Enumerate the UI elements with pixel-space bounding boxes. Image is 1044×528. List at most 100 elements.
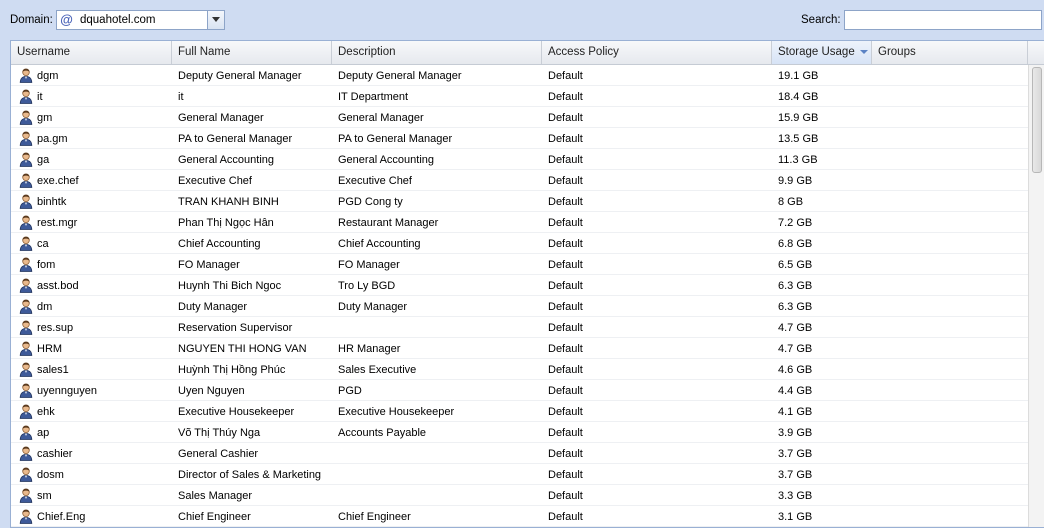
- search-input[interactable]: [844, 10, 1042, 30]
- username-cell: uyennguyen: [37, 385, 97, 397]
- full-name-cell: Executive Chef: [178, 175, 252, 187]
- groups-cell: [872, 254, 1028, 274]
- groups-cell: [872, 149, 1028, 169]
- table-row[interactable]: sm Sales Manager Default 3.3 GB: [11, 485, 1028, 506]
- storage-usage-cell: 3.9 GB: [778, 427, 813, 439]
- access-policy-cell: Default: [548, 322, 583, 334]
- groups-cell: [872, 170, 1028, 190]
- table-row[interactable]: ehk Executive Housekeeper Executive Housek…: [11, 401, 1028, 422]
- table-row[interactable]: pa.gm PA to General Manager PA to General …: [11, 128, 1028, 149]
- storage-usage-cell: 4.7 GB: [778, 322, 813, 334]
- storage-usage-cell: 13.5 GB: [778, 133, 819, 145]
- description-cell: PGD Cong ty: [338, 196, 403, 208]
- description-cell: Chief Engineer: [338, 511, 411, 523]
- scrollbar-thumb[interactable]: [1032, 67, 1042, 173]
- grid-header: Username Full Name Description Access Po…: [11, 41, 1044, 65]
- groups-cell: [872, 401, 1028, 421]
- table-row[interactable]: res.sup Reservation Supervisor Default 4.7 …: [11, 317, 1028, 338]
- table-row[interactable]: cashier General Cashier Default 3.7 GB: [11, 443, 1028, 464]
- description-cell: PGD: [338, 385, 362, 397]
- username-cell: sales1: [37, 364, 69, 376]
- full-name-cell: Chief Engineer: [178, 511, 251, 523]
- full-name-cell: Reservation Supervisor: [178, 322, 293, 334]
- username-cell: it: [37, 91, 43, 103]
- description-cell: General Accounting: [338, 154, 435, 166]
- groups-cell: [872, 317, 1028, 337]
- storage-usage-cell: 7.2 GB: [778, 217, 813, 229]
- domain-select[interactable]: @ dquahotel.com: [56, 10, 225, 30]
- table-row[interactable]: dm Duty Manager Duty Manager Default 6.3 GB: [11, 296, 1028, 317]
- table-row[interactable]: sales1 Huỳnh Thị Hồng Phúc Sales Executive…: [11, 359, 1028, 380]
- table-row[interactable]: HRM NGUYEN THI HONG VAN HR Manager Default 4…: [11, 338, 1028, 359]
- storage-usage-cell: 3.7 GB: [778, 469, 813, 481]
- description-cell: HR Manager: [338, 343, 401, 355]
- groups-cell: [872, 275, 1028, 295]
- table-row[interactable]: uyennguyen Uyen Nguyen PGD Default 4.4 GB: [11, 380, 1028, 401]
- table-row[interactable]: exe.chef Executive Chef Executive Chef Defa…: [11, 170, 1028, 191]
- table-row[interactable]: asst.bod Huynh Thi Bich Ngoc Tro Ly BGD Def…: [11, 275, 1028, 296]
- username-cell: fom: [37, 259, 56, 271]
- table-row[interactable]: gm General Manager General Manager Default 1…: [11, 107, 1028, 128]
- column-header-groups[interactable]: Groups: [872, 41, 1028, 64]
- table-row[interactable]: rest.mgr Phan Thị Ngọc Hân Restaurant Mana…: [11, 212, 1028, 233]
- description-cell: Restaurant Manager: [338, 217, 439, 229]
- storage-usage-cell: 6.3 GB: [778, 280, 813, 292]
- full-name-cell: Chief Accounting: [178, 238, 261, 250]
- groups-cell: [872, 107, 1028, 127]
- table-row[interactable]: ca Chief Accounting Chief Accounting Defaul…: [11, 233, 1028, 254]
- access-policy-cell: Default: [548, 259, 583, 271]
- description-cell: Tro Ly BGD: [338, 280, 396, 292]
- access-policy-cell: Default: [548, 427, 583, 439]
- groups-cell: [872, 233, 1028, 253]
- column-header-storage-usage[interactable]: Storage Usage: [772, 41, 872, 64]
- column-header-username[interactable]: Username: [11, 41, 172, 64]
- groups-cell: [872, 464, 1028, 484]
- username-cell: asst.bod: [37, 280, 79, 292]
- description-cell: [332, 317, 542, 337]
- users-grid: Username Full Name Description Access Po…: [10, 40, 1044, 528]
- description-cell: PA to General Manager: [338, 133, 453, 145]
- description-cell: IT Department: [338, 91, 409, 103]
- storage-usage-cell: 3.3 GB: [778, 490, 813, 502]
- groups-cell: [872, 485, 1028, 505]
- table-row[interactable]: it it IT Department Default 18.4 GB: [11, 86, 1028, 107]
- access-policy-cell: Default: [548, 469, 583, 481]
- access-policy-cell: Default: [548, 406, 583, 418]
- vertical-scrollbar[interactable]: [1028, 65, 1044, 527]
- full-name-cell: Executive Housekeeper: [178, 406, 295, 418]
- table-row[interactable]: fom FO Manager FO Manager Default 6.5 GB: [11, 254, 1028, 275]
- grid-rows: dgm Deputy General Manager Deputy General …: [11, 65, 1028, 527]
- column-header-storage-usage-label: Storage Usage: [778, 46, 855, 58]
- table-row[interactable]: ap Võ Thị Thúy Nga Accounts Payable Default…: [11, 422, 1028, 443]
- access-policy-cell: Default: [548, 448, 583, 460]
- table-row[interactable]: ga General Accounting General Accounting De…: [11, 149, 1028, 170]
- access-policy-cell: Default: [548, 91, 583, 103]
- groups-cell: [872, 359, 1028, 379]
- username-cell: gm: [37, 112, 53, 124]
- column-header-description[interactable]: Description: [332, 41, 542, 64]
- groups-cell: [872, 128, 1028, 148]
- groups-cell: [872, 65, 1028, 85]
- full-name-cell: Võ Thị Thúy Nga: [178, 427, 261, 439]
- username-cell: cashier: [37, 448, 73, 460]
- column-header-full-name[interactable]: Full Name: [172, 41, 332, 64]
- toolbar: Domain: @ dquahotel.com Search:: [0, 0, 1044, 40]
- storage-usage-cell: 8 GB: [778, 196, 804, 208]
- username-cell: dosm: [37, 469, 64, 481]
- groups-cell: [872, 506, 1028, 526]
- table-row[interactable]: binhtk TRAN KHANH BINH PGD Cong ty Default 8…: [11, 191, 1028, 212]
- description-cell: FO Manager: [338, 259, 400, 271]
- username-cell: ap: [37, 427, 50, 439]
- full-name-cell: it: [178, 91, 184, 103]
- description-cell: Chief Accounting: [338, 238, 421, 250]
- column-header-access-policy[interactable]: Access Policy: [542, 41, 772, 64]
- username-cell: Chief.Eng: [37, 511, 86, 523]
- full-name-cell: PA to General Manager: [178, 133, 293, 145]
- chevron-down-icon[interactable]: [207, 11, 224, 29]
- table-row[interactable]: dosm Director of Sales & Marketing Default…: [11, 464, 1028, 485]
- table-row[interactable]: Chief.Eng Chief Engineer Chief Engineer Def…: [11, 506, 1028, 527]
- groups-cell: [872, 380, 1028, 400]
- table-row[interactable]: dgm Deputy General Manager Deputy General …: [11, 65, 1028, 86]
- access-policy-cell: Default: [548, 385, 583, 397]
- full-name-cell: Sales Manager: [178, 490, 252, 502]
